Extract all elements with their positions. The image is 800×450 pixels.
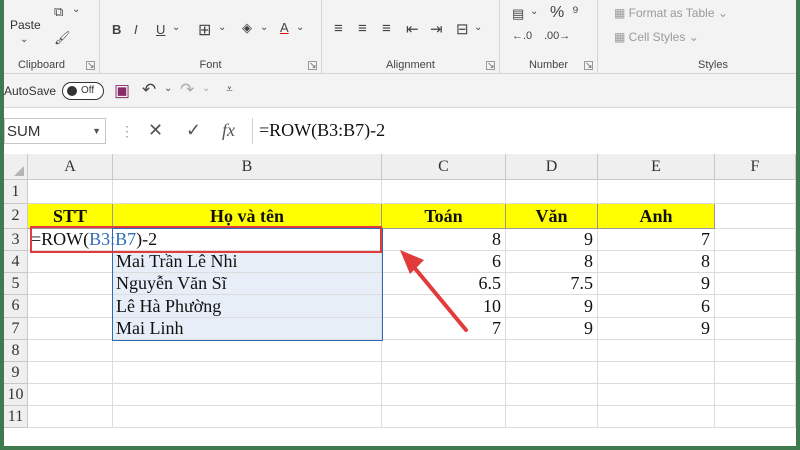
align-left-icon[interactable]: ≡ — [334, 20, 343, 37]
borders-icon[interactable]: ⊞ — [198, 20, 211, 40]
paste-button[interactable]: Paste — [10, 18, 41, 32]
styles-group-label: Styles — [698, 59, 728, 71]
accounting-format-icon[interactable]: ▤ — [512, 6, 524, 22]
name-box[interactable]: SUM ▼ — [4, 118, 106, 144]
ribbon: Paste ⌄ ⧉ ⌄ 🖌 Clipboard ↘ B I U ⌄ ⊞ ⌄ ◈ … — [4, 0, 796, 74]
toggle-state: Off — [81, 85, 95, 96]
align-right-icon[interactable]: ≡ — [382, 20, 391, 37]
autosave-toggle[interactable]: Off — [62, 82, 104, 100]
align-center-icon[interactable]: ≡ — [358, 20, 367, 37]
fill-color-icon[interactable]: ◈ — [242, 20, 252, 36]
name-box-dropdown-icon[interactable]: ▼ — [92, 126, 101, 136]
format-painter-icon[interactable]: 🖌 — [54, 30, 71, 46]
enter-icon[interactable]: ✓ — [186, 120, 201, 141]
percent-button[interactable]: % — [550, 4, 564, 22]
alignment-group: ≡ ≡ ≡ ⇤ ⇥ ⊟ ⌄ Alignment ↘ — [322, 0, 500, 74]
insert-function-icon[interactable]: fx — [222, 120, 235, 141]
undo-icon[interactable]: ↶ — [142, 80, 156, 100]
cell-styles-label: Cell Styles — [628, 30, 686, 44]
format-as-table-button[interactable]: ▦ Format as Table ⌄ — [614, 6, 728, 20]
font-launcher-icon[interactable]: ↘ — [308, 61, 317, 70]
bold-button[interactable]: B — [112, 22, 121, 37]
redo-dropdown-icon[interactable]: ⌄ — [202, 83, 210, 94]
autosave-label: AutoSave — [4, 84, 57, 98]
borders-dropdown-icon[interactable]: ⌄ — [218, 22, 226, 33]
formula-bar: SUM ▼ ⋮ ✕ ✓ fx =ROW(B3:B7)-2 — [4, 116, 796, 146]
redo-icon[interactable]: ↷ — [180, 80, 194, 100]
increase-indent-icon[interactable]: ⇥ — [430, 20, 443, 38]
decrease-decimal-icon[interactable]: .00→ — [544, 30, 570, 42]
formula-input[interactable]: =ROW(B3:B7)-2 — [252, 118, 796, 144]
clipboard-group: Paste ⌄ ⧉ ⌄ 🖌 Clipboard ↘ — [4, 0, 100, 74]
cell-styles-button[interactable]: ▦ Cell Styles ⌄ — [614, 30, 699, 44]
clipboard-launcher-icon[interactable]: ↘ — [86, 61, 95, 70]
quick-access-toolbar: AutoSave Off ▣ ↶ ⌄ ↷ ⌄ ⩡ — [4, 74, 796, 108]
increase-decimal-icon[interactable]: ←.0 — [512, 30, 532, 42]
italic-button[interactable]: I — [134, 22, 138, 37]
decrease-indent-icon[interactable]: ⇤ — [406, 20, 419, 38]
comma-style-icon[interactable]: ⁹ — [572, 4, 579, 22]
number-group: ▤ ⌄ % ⁹ ←.0 .00→ Number ↘ — [500, 0, 598, 74]
copy-icon[interactable]: ⧉ — [54, 4, 63, 20]
merge-center-icon[interactable]: ⊟ — [456, 20, 469, 38]
format-as-table-label: Format as Table — [628, 6, 715, 20]
underline-dropdown-icon[interactable]: ⌄ — [172, 22, 180, 33]
number-launcher-icon[interactable]: ↘ — [584, 61, 593, 70]
save-icon[interactable]: ▣ — [114, 81, 130, 101]
customize-qat-icon[interactable]: ⩡ — [226, 82, 233, 97]
styles-group: ▦ Format as Table ⌄ ▦ Cell Styles ⌄ Styl… — [598, 0, 796, 74]
paste-dropdown-icon[interactable]: ⌄ — [20, 34, 28, 45]
alignment-launcher-icon[interactable]: ↘ — [486, 61, 495, 70]
clipboard-group-label: Clipboard — [17, 59, 66, 71]
name-box-value: SUM — [7, 123, 41, 140]
fill-color-dropdown-icon[interactable]: ⌄ — [260, 22, 268, 33]
underline-button[interactable]: U — [156, 22, 165, 37]
excel-window: Paste ⌄ ⧉ ⌄ 🖌 Clipboard ↘ B I U ⌄ ⊞ ⌄ ◈ … — [4, 0, 796, 446]
cancel-icon[interactable]: ✕ — [148, 120, 163, 141]
annotation-arrow-icon — [400, 250, 468, 332]
font-group-label: Font — [199, 59, 222, 71]
merge-dropdown-icon[interactable]: ⌄ — [474, 22, 482, 33]
copy-dropdown-icon[interactable]: ⌄ — [72, 4, 80, 15]
formula-bar-grip-icon: ⋮ — [120, 123, 134, 139]
number-group-label: Number — [528, 59, 569, 71]
accounting-dropdown-icon[interactable]: ⌄ — [530, 6, 538, 17]
font-color-icon[interactable]: A — [280, 20, 289, 35]
undo-dropdown-icon[interactable]: ⌄ — [164, 83, 172, 94]
font-group: B I U ⌄ ⊞ ⌄ ◈ ⌄ A ⌄ Font ↘ — [100, 0, 322, 74]
toggle-knob — [67, 86, 77, 96]
alignment-group-label: Alignment — [386, 59, 435, 71]
font-color-dropdown-icon[interactable]: ⌄ — [296, 22, 304, 33]
